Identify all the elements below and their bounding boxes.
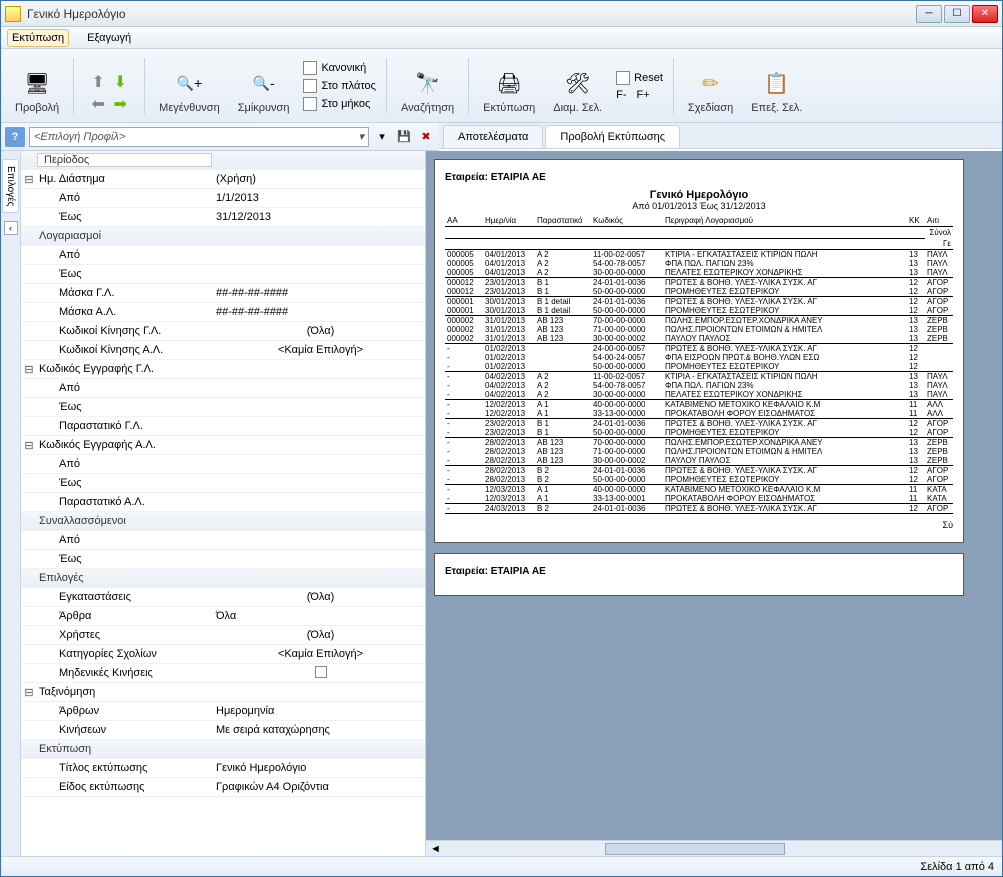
preview-button[interactable]: Προβολή (9, 54, 65, 118)
zoomout-button[interactable]: Σμίκρυνση (232, 54, 296, 118)
horizontal-scrollbar[interactable]: ◄ (426, 840, 1002, 856)
parameters-panel: Περίοδος ⊟Ημ. Διάστημα(Χρήση) Από1/1/201… (21, 151, 426, 856)
page-indicator: Σελίδα 1 από 4 (920, 861, 994, 873)
zoom-height[interactable]: Στο μήκος (301, 96, 378, 112)
app-icon (5, 6, 21, 22)
sidetab-options[interactable]: Επιλογές (2, 159, 19, 213)
report-footer: Σύ (445, 520, 953, 530)
report-page-2: Εταιρεία: ΕΤΑΙΡΙΑ ΑΕ (434, 553, 964, 596)
maximize-button[interactable]: ☐ (944, 5, 970, 23)
reset-button[interactable]: Reset (614, 70, 665, 86)
profile-placeholder: <Επιλογή Προφίλ> (34, 131, 125, 143)
monitor-icon (23, 70, 51, 98)
nav-arrows[interactable]: ⬆⬇ ⬅➡ (82, 54, 136, 118)
tab-results[interactable]: Αποτελέσματα (443, 125, 543, 148)
profile-menu-button[interactable]: ▾ (373, 128, 391, 146)
profile-bar: ? <Επιλογή Προφίλ> ▾ ▾ 💾 ✖ (1, 123, 439, 151)
reset-icon (616, 71, 630, 85)
page-icon (303, 79, 317, 93)
expand-icon[interactable]: ⊟ (21, 686, 37, 699)
save-profile-button[interactable]: 💾 (395, 128, 413, 146)
binoculars-icon (414, 70, 442, 98)
font-plus[interactable]: F+ (637, 89, 650, 101)
preview-panel: Εταιρεία: ΕΤΑΙΡΙΑ ΑΕ Γενικό Ημερολόγιο Α… (426, 151, 1002, 856)
side-tabs: Επιλογές ‹ (1, 151, 21, 856)
minimize-button[interactable]: ─ (916, 5, 942, 23)
grid-header: Περίοδος (37, 153, 212, 167)
zoomout-icon (250, 70, 278, 98)
parameters-grid[interactable]: Περίοδος ⊟Ημ. Διάστημα(Χρήση) Από1/1/201… (21, 151, 425, 856)
menu-export[interactable]: Εξαγωγή (83, 30, 135, 46)
arrow-right-icon: ➡ (110, 94, 130, 114)
report-range: Από 01/01/2013 Έως 31/12/2013 (445, 201, 953, 211)
right-tabs: Αποτελέσματα Προβολή Εκτύπωσης (439, 123, 1002, 149)
report-company: Εταιρεία: ΕΤΑΙΡΙΑ ΑΕ (445, 172, 953, 183)
zoom-modes: Κανονική Στο πλάτος Στο μήκος (301, 60, 378, 112)
font-minus[interactable]: F- (616, 89, 626, 101)
font-controls: Reset F- F+ (614, 70, 665, 102)
report-title: Γενικό Ημερολόγιο (445, 189, 953, 201)
print-button[interactable]: Εκτύπωση (477, 54, 541, 118)
collapse-button[interactable]: ‹ (4, 221, 18, 235)
editpage-button[interactable]: Επεξ. Σελ. (745, 54, 808, 118)
pencil-icon (697, 70, 725, 98)
pagesetup-button[interactable]: Διαμ. Σελ. (547, 54, 608, 118)
window-title: Γενικό Ημερολόγιο (27, 7, 916, 21)
print-icon (495, 70, 523, 98)
statusbar: Σελίδα 1 από 4 (1, 856, 1002, 876)
toolbar: Προβολή ⬆⬇ ⬅➡ Μεγένθυνση Σμίκρυνση Κανον… (1, 49, 1002, 123)
menu-print[interactable]: Εκτύπωση (7, 29, 69, 47)
page-icon (303, 61, 317, 75)
tab-print-preview[interactable]: Προβολή Εκτύπωσης (545, 125, 680, 148)
zoom-width[interactable]: Στο πλάτος (301, 78, 378, 94)
design-button[interactable]: Σχεδίαση (682, 54, 739, 118)
expand-icon[interactable]: ⊟ (21, 363, 37, 376)
preview-area[interactable]: Εταιρεία: ΕΤΑΙΡΙΑ ΑΕ Γενικό Ημερολόγιο Α… (426, 151, 1002, 840)
report-table: ΑΑΗμερ/νίαΠαραστατικόΚωδικόςΠεριγραφή Λο… (445, 215, 953, 514)
clipboard-icon (763, 70, 791, 98)
delete-profile-button[interactable]: ✖ (417, 128, 435, 146)
zero-checkbox[interactable] (315, 666, 327, 678)
page-icon (303, 97, 317, 111)
arrow-down-icon: ⬇ (110, 72, 130, 92)
report-page: Εταιρεία: ΕΤΑΙΡΙΑ ΑΕ Γενικό Ημερολόγιο Α… (434, 159, 964, 543)
zoom-normal[interactable]: Κανονική (301, 60, 378, 76)
zoomin-icon (175, 70, 203, 98)
expand-icon[interactable]: ⊟ (21, 439, 37, 452)
chevron-down-icon: ▾ (358, 130, 364, 143)
arrow-up-icon: ⬆ (88, 72, 108, 92)
close-button[interactable]: ✕ (972, 5, 998, 23)
titlebar: Γενικό Ημερολόγιο ─ ☐ ✕ (1, 1, 1002, 27)
search-button[interactable]: Αναζήτηση (395, 54, 460, 118)
expand-icon[interactable]: ⊟ (21, 173, 37, 186)
help-button[interactable]: ? (5, 127, 25, 147)
tools-icon (564, 70, 592, 98)
menubar: Εκτύπωση Εξαγωγή (1, 27, 1002, 49)
arrow-left-icon: ⬅ (88, 94, 108, 114)
profile-select[interactable]: <Επιλογή Προφίλ> ▾ (29, 127, 369, 147)
zoomin-button[interactable]: Μεγένθυνση (153, 54, 226, 118)
